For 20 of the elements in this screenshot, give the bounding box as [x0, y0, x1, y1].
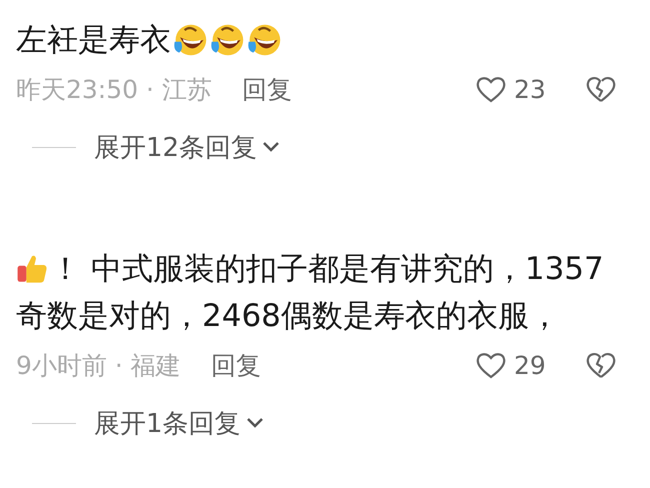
like-count: 29 [514, 350, 547, 380]
heart-icon[interactable] [476, 351, 506, 379]
heart-icon[interactable] [476, 75, 506, 103]
reply-link[interactable]: 回复 [210, 348, 261, 382]
laughing-tears-icon [209, 22, 245, 58]
chevron-down-icon [261, 140, 282, 154]
comment-text: ！ 中式服装的扣子都是有讲究的，1357 [50, 250, 604, 288]
comment-text: 左衽是寿衣 [16, 20, 171, 60]
broken-heart-icon[interactable] [586, 75, 616, 103]
time-location: 昨天23:50 · 江苏 [16, 74, 212, 106]
broken-heart-icon[interactable] [586, 351, 616, 379]
like-count: 23 [514, 74, 547, 104]
laughing-tears-icon [246, 22, 282, 58]
time-location: 9小时前 · 福建 [16, 350, 181, 382]
reply-link[interactable]: 回复 [242, 72, 292, 106]
chevron-down-icon [244, 416, 265, 430]
laughing-tears-icon [172, 22, 208, 58]
comment-text: 奇数是对的，2468偶数是寿衣的衣服， [16, 296, 560, 336]
expand-replies-button[interactable]: 展开1条回复 [94, 406, 265, 440]
expand-replies-button[interactable]: 展开12条回复 [94, 130, 282, 164]
